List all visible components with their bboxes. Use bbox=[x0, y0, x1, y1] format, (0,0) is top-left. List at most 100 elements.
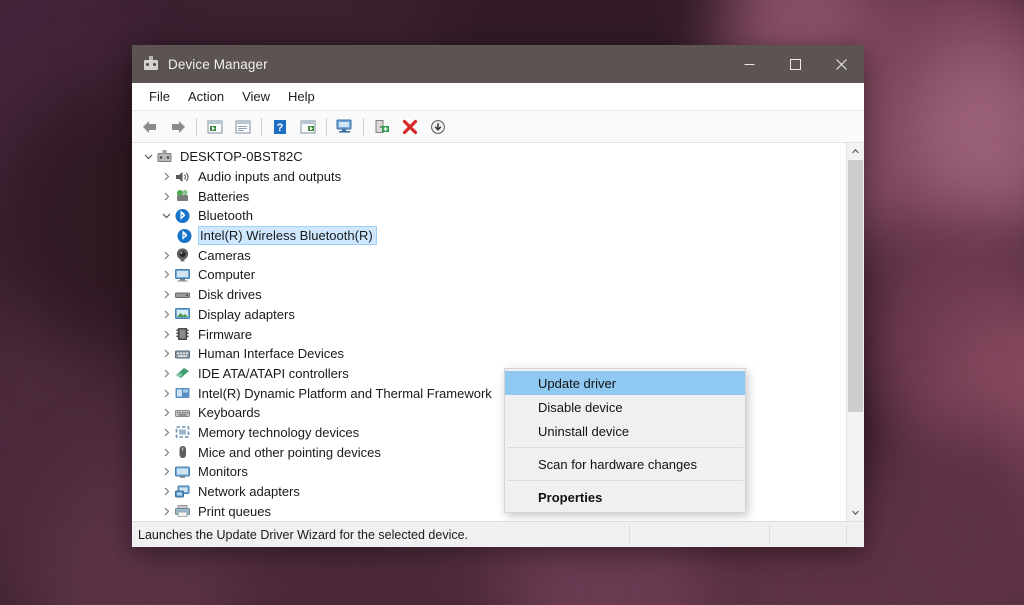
tree-row-label: Batteries bbox=[197, 188, 252, 205]
chevron-right-icon[interactable] bbox=[158, 389, 174, 398]
context-menu-item-properties[interactable]: Properties bbox=[505, 485, 745, 509]
wallpaper-blob bbox=[880, 420, 1024, 605]
context-menu-item-disable-device[interactable]: Disable device bbox=[505, 395, 745, 419]
tree-row-audio-inputs-and-outputs[interactable]: Audio inputs and outputs bbox=[132, 167, 846, 187]
back-icon[interactable] bbox=[137, 114, 163, 140]
chevron-right-icon[interactable] bbox=[158, 467, 174, 476]
tree-row-label: Disk drives bbox=[197, 286, 265, 303]
window-titlebar: Device Manager bbox=[132, 45, 864, 83]
context-menu-item-scan-for-hardware-changes[interactable]: Scan for hardware changes bbox=[505, 452, 745, 476]
show-hidden-devices-icon[interactable] bbox=[295, 114, 321, 140]
update-driver-icon[interactable] bbox=[230, 114, 256, 140]
ide-controller-icon bbox=[174, 365, 191, 381]
menu-action[interactable]: Action bbox=[179, 86, 233, 107]
tree-row-display-adapters[interactable]: Display adapters bbox=[132, 305, 846, 325]
tree-row-label: Bluetooth bbox=[197, 207, 256, 224]
chevron-right-icon[interactable] bbox=[158, 330, 174, 339]
scrollbar-thumb[interactable] bbox=[848, 160, 863, 412]
disk-icon bbox=[174, 287, 191, 303]
svg-text:?: ? bbox=[277, 122, 284, 134]
vertical-scrollbar[interactable] bbox=[846, 143, 864, 521]
update-icon[interactable] bbox=[425, 114, 451, 140]
menu-view[interactable]: View bbox=[233, 86, 279, 107]
scroll-up-button[interactable] bbox=[847, 143, 864, 160]
toolbar-separator bbox=[196, 118, 197, 136]
tree-row-label: Keyboards bbox=[197, 404, 263, 421]
chevron-right-icon[interactable] bbox=[158, 408, 174, 417]
properties-icon[interactable] bbox=[202, 114, 228, 140]
tree-row-root[interactable]: DESKTOP-0BST82C bbox=[132, 147, 846, 167]
chevron-down-icon[interactable] bbox=[158, 211, 174, 220]
toolbar-separator bbox=[363, 118, 364, 136]
tree-row-disk-drives[interactable]: Disk drives bbox=[132, 285, 846, 305]
tree-row-label: Audio inputs and outputs bbox=[197, 168, 344, 185]
chevron-right-icon[interactable] bbox=[158, 487, 174, 496]
window-title: Device Manager bbox=[168, 57, 268, 72]
device-manager-icon bbox=[143, 56, 159, 72]
tree-row-human-interface-devices[interactable]: Human Interface Devices bbox=[132, 344, 846, 364]
menu-file[interactable]: File bbox=[140, 86, 179, 107]
monitor-icon bbox=[174, 267, 191, 283]
chevron-right-icon[interactable] bbox=[158, 448, 174, 457]
chevron-right-icon[interactable] bbox=[158, 310, 174, 319]
chevron-right-icon[interactable] bbox=[158, 290, 174, 299]
context-menu[interactable]: Update driver Disable device Uninstall d… bbox=[504, 368, 746, 513]
tree-row-label: Print queues bbox=[197, 503, 274, 520]
battery-icon bbox=[174, 188, 191, 204]
toolbar-separator bbox=[261, 118, 262, 136]
status-bar-text: Launches the Update Driver Wizard for th… bbox=[132, 528, 468, 542]
device-manager-window: Device Manager File Action View Help bbox=[132, 45, 864, 547]
chevron-right-icon[interactable] bbox=[158, 349, 174, 358]
keyboard-icon bbox=[174, 405, 191, 421]
camera-icon bbox=[174, 247, 191, 263]
network-adapter-icon bbox=[174, 484, 191, 500]
tree-row-label: Monitors bbox=[197, 463, 251, 480]
chevron-right-icon[interactable] bbox=[158, 369, 174, 378]
status-bar-divider bbox=[769, 525, 770, 544]
help-icon[interactable]: ? bbox=[267, 114, 293, 140]
scan-hardware-changes-icon[interactable] bbox=[332, 114, 358, 140]
add-legacy-hardware-icon[interactable] bbox=[369, 114, 395, 140]
chevron-right-icon[interactable] bbox=[158, 192, 174, 201]
status-bar: Launches the Update Driver Wizard for th… bbox=[132, 521, 864, 547]
memory-icon bbox=[174, 424, 191, 440]
tree-row-batteries[interactable]: Batteries bbox=[132, 186, 846, 206]
window-controls bbox=[726, 45, 864, 83]
tree-row-cameras[interactable]: Cameras bbox=[132, 245, 846, 265]
tree-row-computer[interactable]: Computer bbox=[132, 265, 846, 285]
chevron-right-icon[interactable] bbox=[158, 251, 174, 260]
thermal-framework-icon bbox=[174, 385, 191, 401]
tree-row-label: Intel(R) Dynamic Platform and Thermal Fr… bbox=[197, 385, 495, 402]
chevron-right-icon[interactable] bbox=[158, 428, 174, 437]
tree-row-label: Computer bbox=[197, 266, 258, 283]
context-menu-item-update-driver[interactable]: Update driver bbox=[505, 371, 745, 395]
bluetooth-device-icon bbox=[176, 228, 193, 244]
close-button[interactable] bbox=[818, 45, 864, 83]
chevron-down-icon[interactable] bbox=[140, 152, 156, 161]
tree-row-label: Mice and other pointing devices bbox=[197, 444, 384, 461]
tree-row-label: Network adapters bbox=[197, 483, 303, 500]
forward-icon[interactable] bbox=[165, 114, 191, 140]
tree-row-label: Firmware bbox=[197, 326, 255, 343]
display-adapter-icon bbox=[174, 306, 191, 322]
tree-row-bluetooth[interactable]: Bluetooth bbox=[132, 206, 846, 226]
uninstall-device-icon[interactable] bbox=[397, 114, 423, 140]
tree-row-label: IDE ATA/ATAPI controllers bbox=[197, 365, 352, 382]
monitor-icon bbox=[174, 464, 191, 480]
tree-row-label: Display adapters bbox=[197, 306, 298, 323]
scroll-down-button[interactable] bbox=[847, 504, 864, 521]
tree-row-intel-wireless-bluetooth[interactable]: Intel(R) Wireless Bluetooth(R) bbox=[132, 226, 846, 246]
scrollbar-track[interactable] bbox=[847, 160, 864, 504]
chevron-right-icon[interactable] bbox=[158, 507, 174, 516]
content-area: DESKTOP-0BST82C Audio inputs and outputs bbox=[132, 143, 864, 521]
minimize-button[interactable] bbox=[726, 45, 772, 83]
tree-row-firmware[interactable]: Firmware bbox=[132, 324, 846, 344]
mouse-icon bbox=[174, 444, 191, 460]
maximize-button[interactable] bbox=[772, 45, 818, 83]
context-menu-item-uninstall-device[interactable]: Uninstall device bbox=[505, 419, 745, 443]
chevron-right-icon[interactable] bbox=[158, 270, 174, 279]
chevron-right-icon[interactable] bbox=[158, 172, 174, 181]
tree-row-label: Memory technology devices bbox=[197, 424, 362, 441]
menu-help[interactable]: Help bbox=[279, 86, 324, 107]
status-bar-divider bbox=[846, 525, 847, 544]
